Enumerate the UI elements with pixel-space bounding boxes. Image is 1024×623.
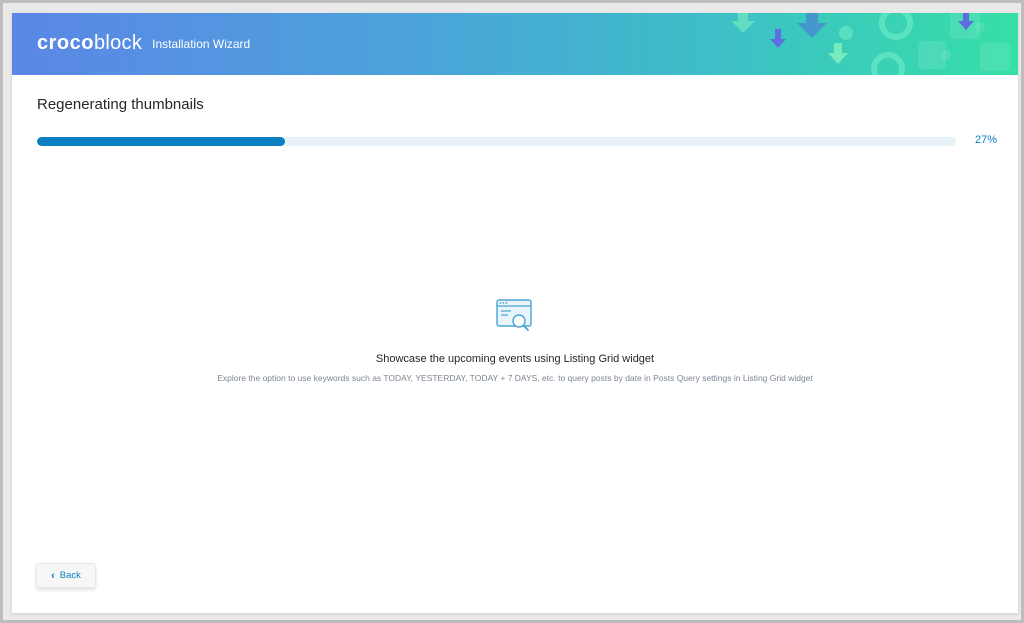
back-button[interactable]: ‹ Back xyxy=(36,563,96,588)
page-title: Regenerating thumbnails xyxy=(37,96,204,113)
logo-bold-text: croco xyxy=(37,32,94,54)
wizard-header: croco block Installation Wizard xyxy=(12,13,1018,75)
progress-bar xyxy=(37,137,956,146)
tip-description: Explore the option to use keywords such … xyxy=(217,373,813,383)
progress-bar-fill xyxy=(37,137,286,146)
crocoblock-logo: croco block Installation Wizard xyxy=(37,32,250,55)
back-button-label: Back xyxy=(59,570,81,581)
chevron-left-icon: ‹ xyxy=(51,569,55,582)
progress-percent-label: 27% xyxy=(974,134,997,146)
window-frame: croco block Installation Wizard Regenera… xyxy=(0,0,1024,623)
header-decoration-icon xyxy=(731,13,1010,75)
browser-search-icon xyxy=(496,299,532,331)
tip-title: Showcase the upcoming events using Listi… xyxy=(375,353,655,365)
wizard-card: croco block Installation Wizard Regenera… xyxy=(12,13,1018,613)
header-title: Installation Wizard xyxy=(152,37,251,51)
logo-light-text: block xyxy=(93,32,143,54)
